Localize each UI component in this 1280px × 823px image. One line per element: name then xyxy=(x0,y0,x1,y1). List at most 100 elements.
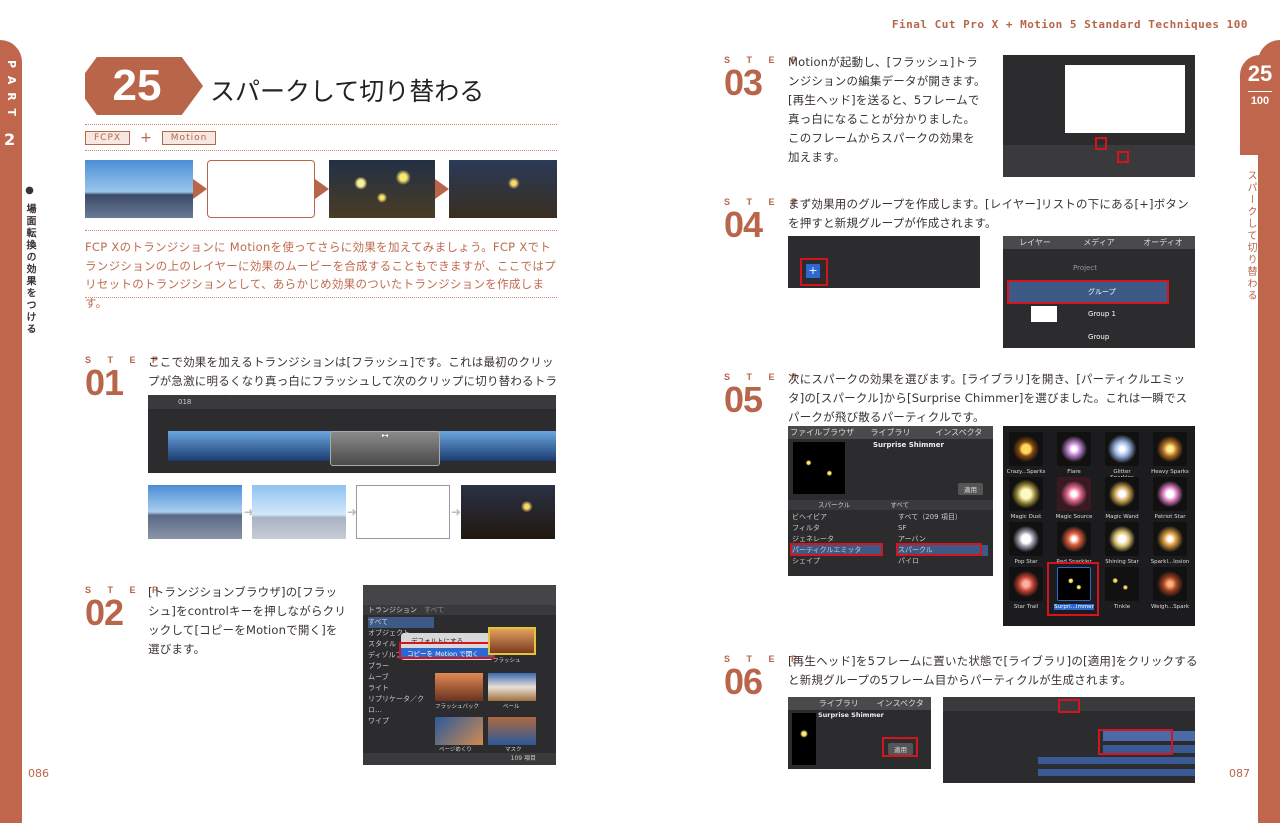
part-number: 2 xyxy=(4,130,16,149)
timeline-timecode: 018 xyxy=(148,395,556,409)
flash-frame-4 xyxy=(461,485,555,539)
step-02-text: [トランジションブラウザ]の[フラッシュ]をcontrolキーを押しながらクリッ… xyxy=(148,585,347,656)
library-item[interactable]: Weigh...Spark xyxy=(1149,567,1191,610)
apply-preview xyxy=(792,713,816,765)
chapter-total: 100 xyxy=(1250,95,1270,107)
flash-frame-3 xyxy=(356,485,450,539)
library-item[interactable]: Star Trail xyxy=(1005,567,1047,610)
sparkle-grid: Crazy...Sparks Flare Glitter Sparkles He… xyxy=(1003,426,1195,626)
motion-timeline xyxy=(943,697,1195,783)
thumb-label: ページめくり xyxy=(439,747,472,753)
library-panel: ファイルブラウザ ライブラリ インスペクタ Surprise Shimmer 適用 … xyxy=(788,426,993,576)
library-tabs[interactable]: ファイルブラウザ ライブラリ インスペクタ xyxy=(788,426,993,439)
library-item[interactable]: Tinkle xyxy=(1101,567,1143,610)
arrow-icon: ➜ xyxy=(451,505,462,519)
item-count: 109 項目 xyxy=(363,753,556,765)
library-item[interactable]: Pop Star xyxy=(1005,522,1047,565)
intro-text: FCP Xのトランジションに Motionを使ってさらに効果を加えてみましょう。… xyxy=(85,240,556,310)
layer-project[interactable]: Project xyxy=(1073,264,1097,272)
page-number-left: 086 xyxy=(28,767,49,780)
apply-tabs[interactable]: ライブラリ インスペクタ xyxy=(788,697,931,710)
step-03-text: Motionが起動し、[フラッシュ]トランジションの編集データが開きます。[再生… xyxy=(788,55,986,164)
step-05-text: 次にスパークの効果を選びます。[ライブラリ]を開き、[パーティクルエミッタ]の[… xyxy=(788,372,1188,424)
sequence-image-sparkle xyxy=(329,160,435,218)
library-item[interactable]: Glitter Sparkles xyxy=(1101,432,1143,481)
library-subcategories[interactable]: すべて（209 項目） SF アーバン スパークル パイロ xyxy=(898,512,988,567)
tag-motion: Motion xyxy=(161,131,217,145)
sequence-image-white xyxy=(207,160,315,218)
highlight-box xyxy=(1095,137,1107,150)
thumb-label: ベール xyxy=(503,704,520,710)
layer-label: Group 1 xyxy=(1088,310,1116,318)
flash-frame-1 xyxy=(148,485,242,539)
page-number-right: 087 xyxy=(1229,767,1250,780)
chapter-badge: 25 100 xyxy=(1240,55,1280,155)
layer-label: Group xyxy=(1088,333,1110,341)
sequence-image-city xyxy=(85,160,193,218)
arrow-icon xyxy=(435,179,449,199)
library-item[interactable]: Shining Star xyxy=(1101,522,1143,565)
layer-toolbar: + xyxy=(788,236,980,288)
section-label: ● 場面転換の効果をつける xyxy=(24,185,35,336)
left-part-tab xyxy=(0,40,22,823)
fcpx-timeline: 018 ▸◂ xyxy=(148,395,556,473)
highlight-box xyxy=(1007,280,1169,304)
highlight-box xyxy=(399,642,495,659)
divider xyxy=(85,124,557,125)
library-item[interactable]: Magic Dust xyxy=(1005,477,1047,520)
arrow-icon xyxy=(315,179,329,199)
library-item[interactable]: Crazy...Sparks xyxy=(1005,432,1047,475)
flash-frame-2 xyxy=(252,485,346,539)
canvas-white xyxy=(1065,65,1185,133)
library-item[interactable]: Magic Source xyxy=(1053,477,1095,520)
layer-thumb xyxy=(1031,306,1057,322)
thumb-label: フラッシュバック xyxy=(435,704,480,710)
thumb[interactable] xyxy=(488,717,536,745)
highlight-box xyxy=(882,737,918,757)
chapter-label: スパークして切り替わる xyxy=(1245,170,1256,302)
library-categories[interactable]: ビヘイビア フィルタ ジェネレータ パーティクルエミッタ シェイプ xyxy=(792,512,882,567)
layers-panel: レイヤー メディア オーディオ Project グループ Group 1 Group xyxy=(1003,236,1195,348)
library-breadcrumb: スパークル すべて xyxy=(788,500,993,510)
apply-button[interactable]: 適用 xyxy=(958,483,983,495)
thumb[interactable] xyxy=(488,673,536,701)
apply-name: Surprise Shimmer xyxy=(818,711,884,719)
running-head: Final Cut Pro X + Motion 5 Standard Tech… xyxy=(891,18,1248,31)
arrow-icon xyxy=(193,179,207,199)
tag-fcpx: FCPX xyxy=(85,131,131,145)
library-item[interactable]: Magic Wand xyxy=(1101,477,1143,520)
library-item[interactable]: Sparkl...losion xyxy=(1149,522,1191,565)
thumb[interactable] xyxy=(435,673,483,701)
browser-header: トランジション すべて xyxy=(363,605,556,615)
highlight-box xyxy=(1047,562,1099,616)
library-item[interactable]: Patriot Star xyxy=(1149,477,1191,520)
motion-canvas xyxy=(1003,55,1195,177)
highlight-box xyxy=(1058,699,1080,713)
highlight-box xyxy=(800,258,828,286)
library-apply-panel: ライブラリ インスペクタ Surprise Shimmer 適用 xyxy=(788,697,931,769)
right-chapter-tab xyxy=(1258,40,1280,823)
highlight-box xyxy=(1117,151,1129,163)
software-tags: FCPX + Motion xyxy=(85,130,217,146)
library-item[interactable]: Flare xyxy=(1053,432,1095,475)
thumb-label: マスク xyxy=(505,747,522,753)
divider xyxy=(85,150,557,151)
chapter-number: 25 xyxy=(1247,61,1273,86)
plus-sign: + xyxy=(140,130,152,146)
thumb[interactable] xyxy=(435,717,483,745)
layers-tabs[interactable]: レイヤー メディア オーディオ xyxy=(1003,236,1195,249)
timeline-bar xyxy=(1038,769,1195,776)
library-item[interactable]: Red Sparkler xyxy=(1053,522,1095,565)
highlight-box xyxy=(896,543,982,556)
page-title: スパークして切り替わる xyxy=(210,77,485,106)
transition-clip[interactable]: ▸◂ xyxy=(330,431,440,466)
transition-browser: トランジション すべて すべて オブジェクト スタイル ディゾルブ ブラー ムーブ ライトリ… xyxy=(363,585,556,765)
divider xyxy=(85,297,557,298)
browser-toolbar xyxy=(363,585,556,605)
sequence-image-night xyxy=(449,160,557,218)
highlight-box xyxy=(1098,729,1173,755)
technique-number-badge: 25 xyxy=(85,57,203,115)
preview-name: Surprise Shimmer xyxy=(873,441,944,449)
library-item[interactable]: Heavy Sparks xyxy=(1149,432,1191,475)
flash-thumb[interactable] xyxy=(488,627,536,655)
